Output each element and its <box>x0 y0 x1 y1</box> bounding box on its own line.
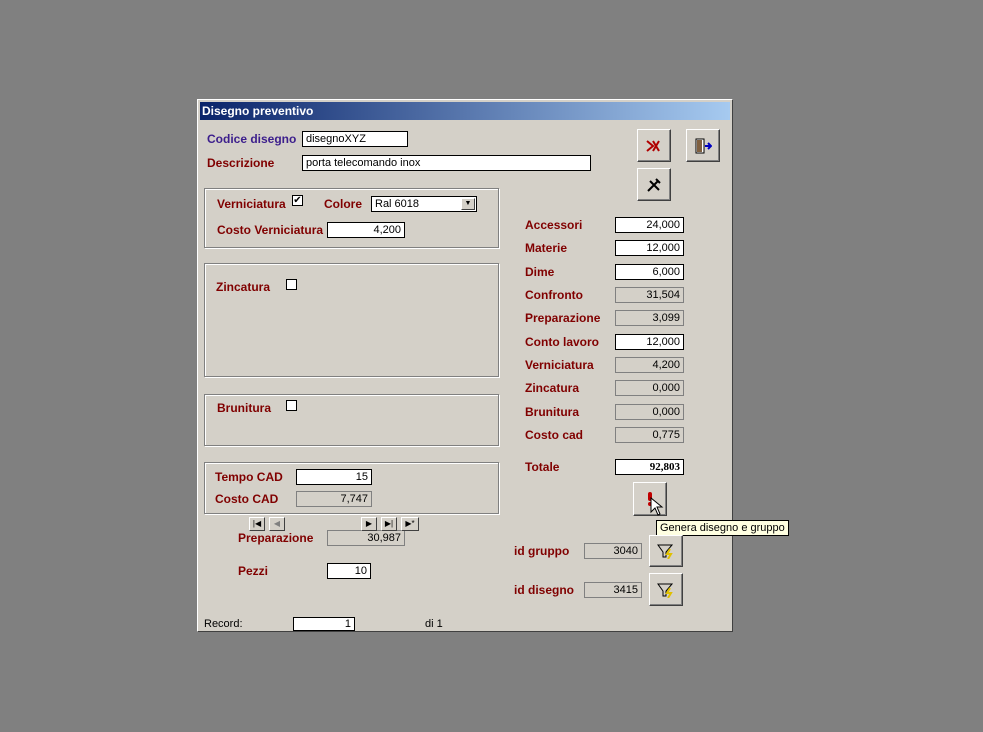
delete-icon <box>646 139 660 152</box>
cost-value-materie[interactable]: 12,000 <box>615 240 684 256</box>
colore-select[interactable]: Ral 6018 ▼ <box>371 196 477 212</box>
costo-verniciatura-label: Costo Verniciatura <box>217 223 324 237</box>
zincatura-checkbox[interactable] <box>286 279 297 290</box>
cost-value-zincatura: 0,000 <box>615 380 684 396</box>
pezzi-label: Pezzi <box>238 564 269 578</box>
window-title: Disegno preventivo <box>200 102 730 120</box>
descrizione-input[interactable]: porta telecomando inox <box>302 155 591 171</box>
costo-cad-label: Costo CAD <box>215 492 279 506</box>
cost-value-verniciatura: 4,200 <box>615 357 684 373</box>
cost-label-preparazione: Preparazione <box>525 311 601 325</box>
cost-label-brunitura: Brunitura <box>525 405 579 419</box>
totale-value: 92,803 <box>615 459 684 475</box>
costo-cad-value: 7,747 <box>296 491 372 507</box>
costo-verniciatura-input[interactable]: 4,200 <box>327 222 405 238</box>
new-record-icon: ▶* <box>405 519 415 528</box>
cost-label-conto-lavoro: Conto lavoro <box>525 335 599 349</box>
cost-label-costo-cad: Costo cad <box>525 428 584 442</box>
exit-door-icon <box>695 138 712 153</box>
cost-label-materie: Materie <box>525 241 568 255</box>
brunitura-checkbox[interactable] <box>286 400 297 411</box>
tempo-cad-input[interactable]: 15 <box>296 469 372 485</box>
last-record-button[interactable]: ▶| <box>381 517 397 531</box>
codice-label: Codice disegno <box>207 132 297 146</box>
new-record-button[interactable]: ▶* <box>401 517 419 531</box>
zincatura-label: Zincatura <box>216 280 271 294</box>
filter-lightning-icon <box>657 583 674 598</box>
chevron-down-icon[interactable]: ▼ <box>461 198 475 210</box>
cost-value-accessori[interactable]: 24,000 <box>615 217 684 233</box>
filter-gruppo-button[interactable] <box>649 535 683 567</box>
filter-lightning-icon <box>657 544 674 559</box>
prev-record-icon: ◀ <box>273 519 281 528</box>
cost-label-accessori: Accessori <box>525 218 583 232</box>
cost-value-brunitura: 0,000 <box>615 404 684 420</box>
tools-button[interactable] <box>637 168 671 201</box>
cost-value-dime[interactable]: 6,000 <box>615 264 684 280</box>
id-gruppo-label: id gruppo <box>514 544 570 558</box>
verniciatura-label: Verniciatura <box>217 197 286 211</box>
brunitura-label: Brunitura <box>217 401 271 415</box>
id-disegno-label: id disegno <box>514 583 574 597</box>
cost-label-verniciatura: Verniciatura <box>525 358 594 372</box>
hammer-wrench-icon <box>647 177 661 192</box>
prev-record-button[interactable]: ◀ <box>269 517 285 531</box>
totale-label: Totale <box>525 460 560 474</box>
exit-button[interactable] <box>686 129 720 162</box>
cost-value-confronto: 31,504 <box>615 287 684 303</box>
tempo-cad-label: Tempo CAD <box>215 470 283 484</box>
cost-label-dime: Dime <box>525 265 555 279</box>
record-count: di 1 <box>425 618 443 630</box>
cost-value-conto-lavoro[interactable]: 12,000 <box>615 334 684 350</box>
next-record-button[interactable]: ▶ <box>361 517 377 531</box>
codice-input[interactable]: disegnoXYZ <box>302 131 408 147</box>
verniciatura-checkbox[interactable]: ✔ <box>292 195 303 206</box>
cost-value-preparazione: 3,099 <box>615 310 684 326</box>
pezzi-input[interactable]: 10 <box>327 563 371 579</box>
cost-value-costo-cad: 0,775 <box>615 427 684 443</box>
descrizione-label: Descrizione <box>207 156 275 170</box>
delete-button[interactable] <box>637 129 671 162</box>
record-number-input[interactable]: 1 <box>293 617 355 631</box>
record-label: Record: <box>204 618 243 630</box>
first-record-icon: |◀ <box>252 519 262 528</box>
first-record-button[interactable]: |◀ <box>249 517 265 531</box>
preparazione-value: 30,987 <box>327 530 405 546</box>
next-record-icon: ▶ <box>365 519 373 528</box>
tooltip: Genera disegno e gruppo <box>656 520 789 536</box>
id-disegno-value: 3415 <box>584 582 642 598</box>
colore-label: Colore <box>324 197 363 211</box>
preparazione-label: Preparazione <box>238 531 314 545</box>
last-record-icon: ▶| <box>384 519 394 528</box>
cost-label-confronto: Confronto <box>525 288 583 302</box>
filter-disegno-button[interactable] <box>649 573 683 606</box>
colore-value: Ral 6018 <box>375 198 420 210</box>
cost-label-zincatura: Zincatura <box>525 381 580 395</box>
mouse-cursor-icon <box>650 497 664 516</box>
id-gruppo-value: 3040 <box>584 543 642 559</box>
